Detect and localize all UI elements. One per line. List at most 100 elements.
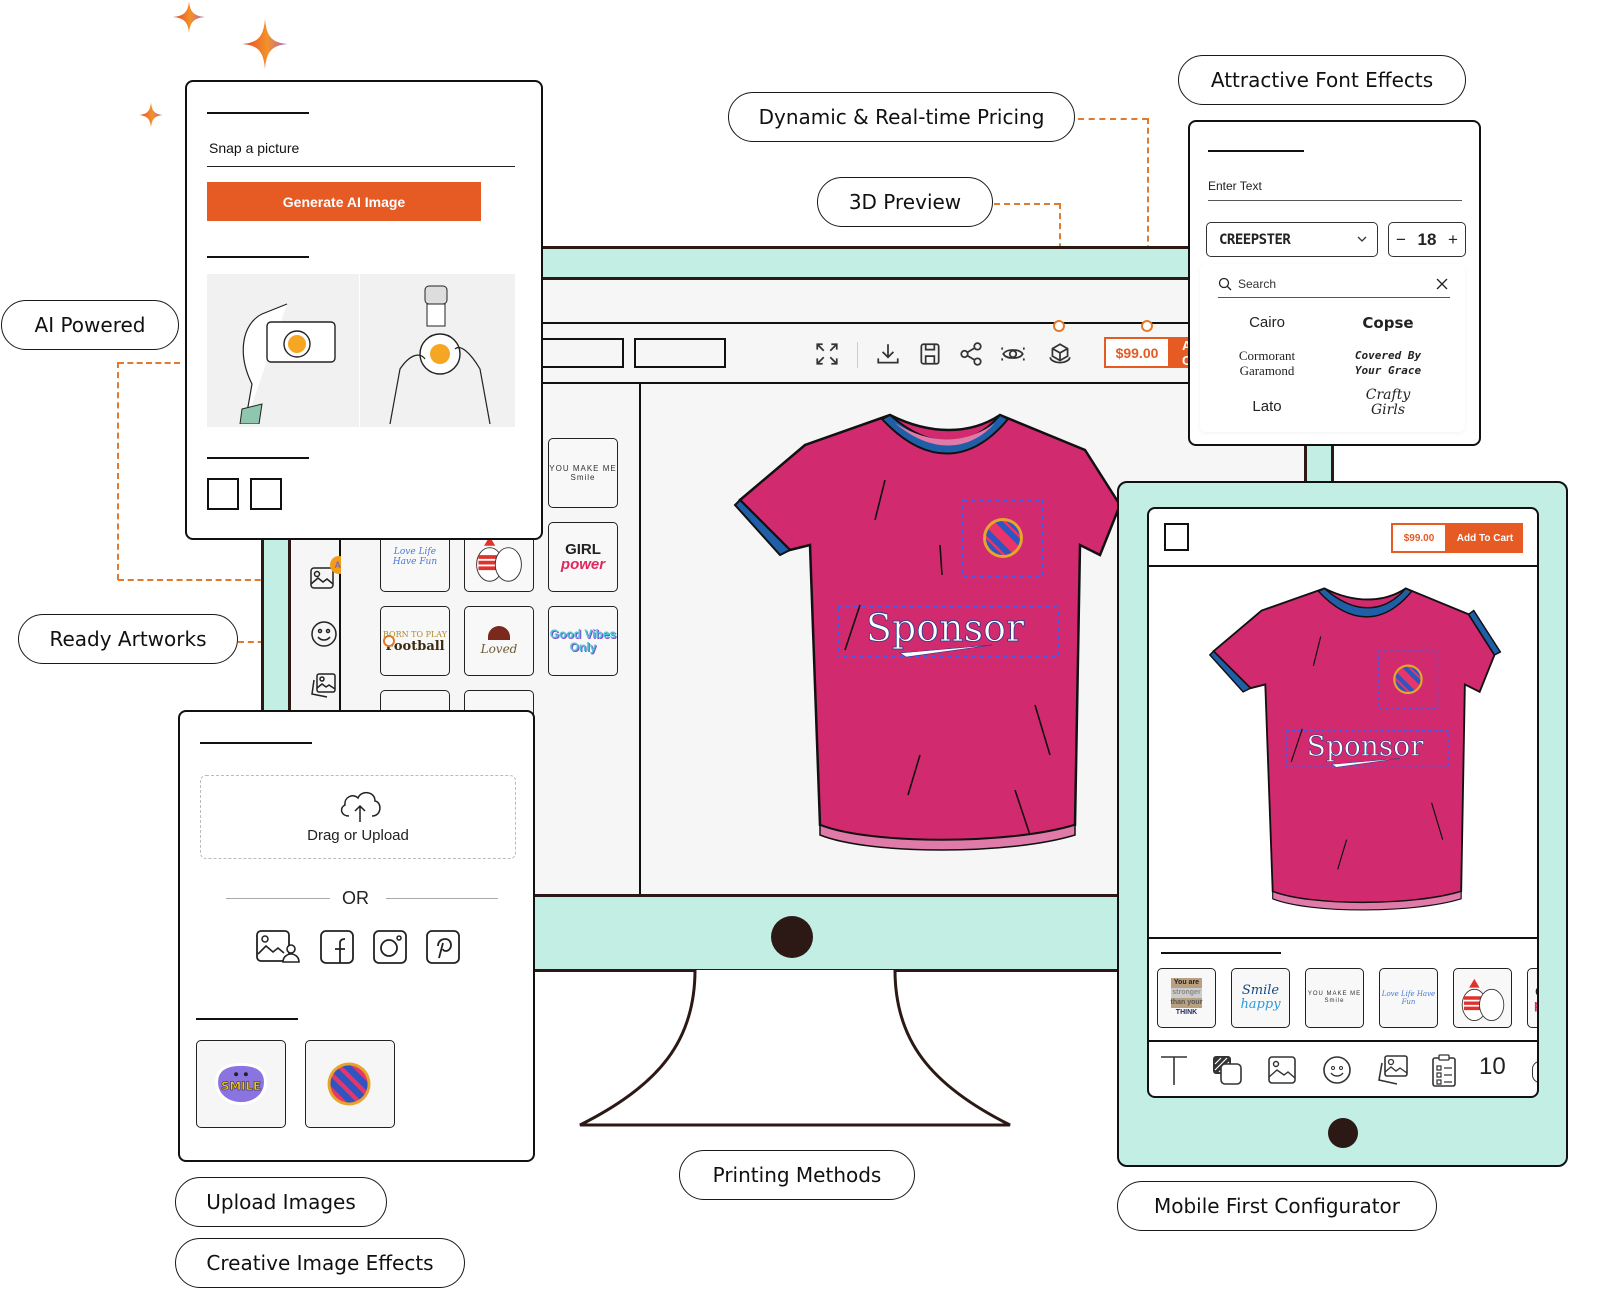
instagram-icon[interactable] (373, 930, 407, 964)
section-heading-line (207, 256, 309, 258)
font-search-input[interactable]: Search (1238, 277, 1276, 291)
gallery-icon[interactable] (309, 671, 339, 706)
pattern-icon[interactable] (1211, 1054, 1243, 1086)
mobile-screen: $99.00 Add To Cart Sponsor You are stron… (1147, 507, 1539, 1098)
gallery-icon[interactable] (1377, 1054, 1409, 1086)
artwork-thumb[interactable]: Good Vibes Only (548, 606, 618, 676)
download-icon[interactable] (874, 340, 902, 368)
ai-sample-image[interactable] (360, 274, 515, 427)
emoji-icon[interactable] (309, 619, 339, 654)
toolbar-divider (857, 342, 858, 368)
input-underline (207, 166, 515, 167)
toolbar-tab[interactable] (530, 338, 624, 368)
section-heading-line (1208, 150, 1304, 152)
or-divider (226, 898, 330, 899)
facebook-icon[interactable] (320, 930, 354, 964)
feature-pill-mobile-first: Mobile First Configurator (1117, 1181, 1437, 1231)
search-icon (1218, 277, 1232, 291)
3d-cube-icon[interactable] (1046, 340, 1074, 368)
artwork-thumb[interactable]: GIRL power (548, 522, 618, 592)
feature-pill-printing-methods: Printing Methods (679, 1150, 915, 1200)
feature-pill-upload-images: Upload Images (175, 1177, 387, 1227)
artwork-thumb[interactable]: YOU MAKE ME Smile (548, 438, 618, 508)
generate-ai-image-button[interactable]: Generate AI Image (207, 182, 481, 221)
font-option[interactable]: Cairo (1222, 314, 1312, 331)
font-option[interactable]: Lato (1222, 398, 1312, 415)
tshirt-canvas[interactable]: Sponsor (730, 405, 1130, 865)
mobile-artwork-thumb[interactable] (1453, 968, 1512, 1028)
sponsor-text[interactable]: Sponsor (865, 606, 1025, 651)
cloud-upload-icon (340, 792, 381, 822)
image-person-icon[interactable] (256, 930, 300, 964)
font-option[interactable]: Cormorant Garamond (1218, 348, 1316, 378)
fullscreen-icon[interactable] (813, 340, 841, 368)
mobile-artwork-thumb[interactable]: YOU MAKE ME Smile (1305, 968, 1364, 1028)
sparkle-icon (173, 1, 205, 33)
mobile-tshirt-canvas[interactable]: Sponsor (1194, 581, 1514, 921)
drop-label: Drag or Upload (307, 827, 409, 844)
option-checkbox[interactable] (207, 478, 239, 510)
font-dropdown: Search Cairo Copse Cormorant Garamond Co… (1200, 264, 1465, 432)
mobile-artwork-thumb[interactable]: Love Life Have Fun (1379, 968, 1438, 1028)
font-effects-panel: Enter Text CREEPSTER − 18 + Search Cairo… (1188, 120, 1481, 446)
feature-pill-ready-artworks: Ready Artworks (18, 614, 238, 664)
section-heading-line (207, 112, 309, 114)
uploaded-image-thumb[interactable] (305, 1040, 395, 1128)
decrement-button[interactable]: − (1396, 230, 1406, 250)
feature-pill-dynamic-pricing: Dynamic & Real-time Pricing (728, 92, 1075, 142)
text-tool-icon[interactable] (1159, 1054, 1189, 1086)
preview-eye-icon[interactable] (999, 340, 1027, 368)
mobile-sponsor-text[interactable]: Sponsor (1306, 729, 1425, 763)
save-icon[interactable] (916, 340, 944, 368)
connector-line (117, 362, 119, 580)
mobile-canvas-divider (1149, 937, 1537, 939)
mobile-toolbar-divider (1149, 1040, 1537, 1042)
connector-dot (1053, 320, 1065, 332)
pinterest-icon[interactable] (426, 930, 460, 964)
toolbar-tab[interactable] (634, 338, 726, 368)
mobile-home-button[interactable] (1328, 1118, 1358, 1148)
font-family-select[interactable]: CREEPSTER (1206, 222, 1378, 257)
connector-dot (1141, 320, 1153, 332)
text-input[interactable]: Enter Text (1208, 179, 1262, 193)
option-checkbox[interactable] (250, 478, 282, 510)
camera-flash-photo (389, 285, 491, 425)
emoji-icon[interactable] (1322, 1055, 1352, 1085)
drop-zone[interactable]: Drag or Upload (200, 775, 516, 859)
font-option[interactable]: Crafty Girls (1358, 388, 1418, 418)
increment-button[interactable]: + (1448, 230, 1458, 250)
image-icon[interactable] (1267, 1055, 1297, 1085)
font-size-value: 18 (1417, 229, 1437, 249)
camera-hands-photo (239, 303, 336, 425)
monitor-left-bezel (261, 540, 291, 715)
ai-prompt-input[interactable]: Snap a picture (209, 140, 299, 156)
connector-line (118, 362, 180, 364)
mobile-artwork-thumb[interactable]: You are stronger than your THINK (1157, 968, 1216, 1028)
input-underline (1208, 200, 1462, 201)
layer-count: 10 (1479, 1053, 1506, 1080)
or-label: OR (342, 888, 369, 908)
artwork-thumb[interactable]: Loved (464, 606, 534, 676)
price-display: $99.00 (1104, 337, 1170, 368)
connector-line (994, 203, 1060, 205)
uploaded-image-thumb[interactable]: SMILE (196, 1040, 286, 1128)
ai-image-panel: Snap a picture Generate AI Image (185, 80, 543, 540)
mobile-add-to-cart-button[interactable]: Add To Cart (1447, 523, 1523, 553)
font-size-stepper[interactable]: − 18 + (1388, 222, 1466, 257)
monitor-power-button[interactable] (771, 916, 813, 958)
connector-dot (383, 635, 395, 647)
user-icon[interactable] (1532, 1061, 1537, 1083)
mobile-menu-box[interactable] (1164, 523, 1189, 551)
ai-sample-image[interactable] (207, 274, 359, 427)
font-option[interactable]: Covered By Your Grace (1348, 348, 1428, 378)
mobile-artwork-thumb[interactable]: GIpo (1527, 968, 1537, 1028)
share-icon[interactable] (957, 340, 985, 368)
close-icon[interactable] (1436, 278, 1448, 290)
mobile-artwork-thumb[interactable]: Smile happy (1231, 968, 1290, 1028)
clipboard-list-icon[interactable] (1431, 1054, 1457, 1088)
sparkle-icon (138, 102, 164, 128)
section-heading-line (207, 457, 309, 459)
upload-images-panel: Drag or Upload OR SMILE (178, 710, 535, 1162)
font-option[interactable]: Copse (1343, 314, 1433, 332)
feature-pill-font-effects: Attractive Font Effects (1178, 55, 1466, 105)
